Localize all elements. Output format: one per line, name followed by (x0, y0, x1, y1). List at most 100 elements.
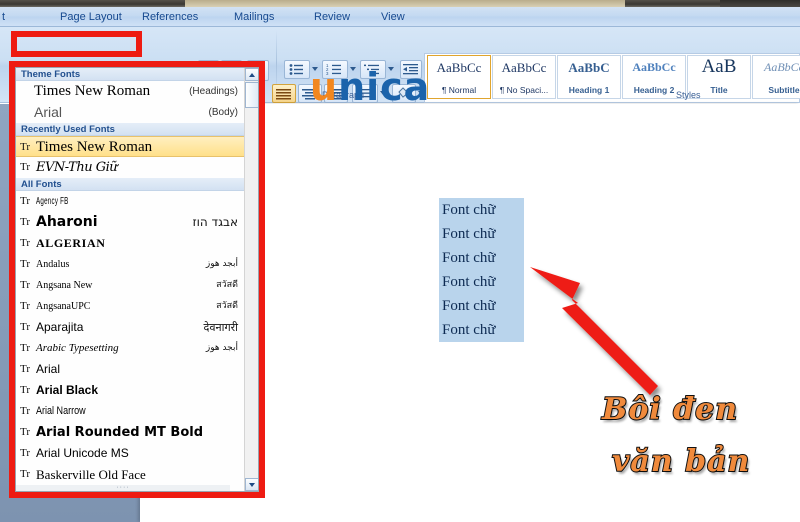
title-bar-right (720, 0, 800, 7)
annotation-line-2: văn bản (611, 443, 751, 480)
scroll-down-arrow[interactable] (245, 478, 258, 491)
style-preview: AaBbCc (764, 60, 800, 74)
font-item-label: Arabic Typesetting (36, 342, 119, 354)
scrollbar-thumb[interactable] (245, 82, 258, 108)
font-item-angsanaupc[interactable]: Tr AngsanaUPC สวัสดี (16, 296, 244, 317)
font-item-label: Aparajita (36, 320, 84, 334)
styles-group-label: Styles (676, 90, 701, 100)
truetype-icon: Tr (20, 321, 30, 333)
font-item-label: Arial (36, 362, 61, 376)
word-window: t Page Layout References Mailings Review… (0, 0, 800, 522)
font-item-label: Arial Unicode MS (36, 446, 129, 460)
tab-mailings[interactable]: Mailings (228, 9, 280, 26)
font-item-label: ALGERIAN (36, 236, 106, 250)
truetype-icon: Tr (20, 468, 30, 480)
watermark-nica: nica (338, 65, 431, 109)
section-header-all-fonts: All Fonts (16, 178, 244, 191)
theme-font-name: Arial (34, 104, 63, 120)
font-item-baskerville-old-face[interactable]: Tr Baskerville Old Face (16, 464, 244, 485)
scroll-up-arrow[interactable] (245, 68, 258, 81)
font-item-label: Agency FB (36, 196, 69, 207)
font-item-arial-black[interactable]: Tr Arial Black (16, 380, 244, 401)
font-item-label: Andalus (36, 259, 70, 270)
align-justify-icon (276, 88, 291, 99)
theme-font-headings[interactable]: Times New Roman (Headings) (16, 81, 244, 102)
truetype-icon: Tr (20, 447, 30, 459)
font-item-arabic-typesetting[interactable]: Tr Arabic Typesetting أبجد هوز (16, 338, 244, 359)
section-header-theme-fonts: Theme Fonts (16, 68, 244, 81)
font-item-arial[interactable]: Tr Arial (16, 359, 244, 380)
style-preview: AaBbCc (436, 60, 482, 75)
text-line[interactable]: Font chữ (439, 198, 524, 222)
ribbon-tab-bar: t Page Layout References Mailings Review… (0, 7, 800, 27)
theme-font-tag: (Body) (208, 107, 238, 118)
tab-page-layout[interactable]: Page Layout (54, 9, 128, 26)
watermark-u: u (310, 65, 339, 109)
font-item-aharoni[interactable]: Tr Aharoni אבגד הוז (16, 212, 244, 233)
truetype-icon: Tr (20, 342, 30, 354)
style-preview: AaB (701, 57, 737, 76)
resize-grip[interactable]: ···· (16, 484, 230, 491)
title-bar-sliver (0, 0, 800, 7)
font-item-agency-fb[interactable]: Tr Agency FB (16, 191, 244, 212)
truetype-icon: Tr (20, 258, 30, 270)
truetype-icon: Tr (20, 237, 30, 249)
truetype-icon: Tr (20, 216, 30, 228)
font-item-sample: أبجد هوز (205, 259, 238, 269)
font-item-times-new-roman-recent[interactable]: Tr Times New Roman (16, 136, 244, 157)
font-item-andalus[interactable]: Tr Andalus أبجد هوز (16, 254, 244, 275)
truetype-icon: Tr (20, 300, 30, 312)
style-heading-1[interactable]: AaBbC Heading 1 (557, 55, 621, 99)
theme-font-body[interactable]: Arial (Body) (16, 102, 244, 123)
font-item-label: EVN-Thu Giữ (36, 160, 118, 175)
truetype-icon: Tr (20, 195, 30, 207)
font-item-sample: אבגד הוז (192, 215, 238, 229)
tab-review[interactable]: Review (308, 9, 356, 26)
truetype-icon: Tr (20, 363, 30, 375)
bullets-button[interactable] (284, 60, 310, 79)
truetype-icon: Tr (20, 405, 30, 417)
truetype-icon: Tr (20, 426, 30, 438)
font-item-evn-thu-gio[interactable]: Tr EVN-Thu Giữ (16, 157, 244, 178)
font-item-label: Arial Rounded MT Bold (36, 425, 204, 440)
title-bar-center (185, 0, 625, 7)
font-item-label: Times New Roman (36, 139, 153, 155)
unica-watermark: unica (310, 68, 430, 106)
font-list-scrollbar[interactable] (244, 68, 258, 491)
tab-references[interactable]: References (136, 9, 204, 26)
font-item-arial-unicode-ms[interactable]: Tr Arial Unicode MS (16, 443, 244, 464)
style-preview: AaBbC (568, 60, 610, 75)
style-label: Heading 1 (568, 85, 610, 95)
style-no-spacing[interactable]: AaBbCc ¶ No Spaci... (492, 55, 556, 99)
bullets-icon (289, 64, 303, 75)
tab-insert[interactable]: t (0, 9, 11, 26)
font-item-label: Baskerville Old Face (36, 467, 146, 482)
font-item-angsana-new[interactable]: Tr Angsana New สวัสดี (16, 275, 244, 296)
section-header-recently-used: Recently Used Fonts (16, 123, 244, 136)
font-item-arial-narrow[interactable]: Tr Arial Narrow (16, 401, 244, 422)
style-label: ¶ No Spaci... (499, 85, 549, 95)
truetype-icon: Tr (20, 161, 30, 173)
truetype-icon: Tr (20, 279, 30, 291)
font-item-sample: สวัสดี (216, 280, 238, 290)
font-item-label: AngsanaUPC (36, 301, 91, 312)
style-label: ¶ Normal (441, 85, 477, 95)
font-item-arial-rounded-mt-bold[interactable]: Tr Arial Rounded MT Bold (16, 422, 244, 443)
annotation-line-1: Bôi đen (601, 391, 739, 428)
style-preview: AaBbCc (501, 60, 547, 75)
font-item-aparajita[interactable]: Tr Aparajita देवनागरी (16, 317, 244, 338)
theme-font-name: Times New Roman (34, 83, 151, 99)
style-normal[interactable]: AaBbCc ¶ Normal (427, 55, 491, 99)
font-item-sample: देवनागरी (203, 321, 238, 334)
font-dropdown-list[interactable]: Theme Fonts Times New Roman (Headings) A… (15, 67, 259, 492)
align-justify-button[interactable] (272, 84, 296, 103)
style-preview: AaBbCc (632, 60, 676, 74)
style-label: Subtitle (768, 85, 800, 95)
tab-view[interactable]: View (375, 9, 411, 26)
font-list-inner: Theme Fonts Times New Roman (Headings) A… (16, 68, 244, 491)
font-item-sample: أبجد هوز (205, 343, 238, 353)
font-item-algerian[interactable]: Tr ALGERIAN (16, 233, 244, 254)
text-line[interactable]: Font chữ (439, 222, 524, 246)
truetype-icon: Tr (20, 384, 30, 396)
style-subtitle[interactable]: AaBbCc Subtitle (752, 55, 800, 99)
